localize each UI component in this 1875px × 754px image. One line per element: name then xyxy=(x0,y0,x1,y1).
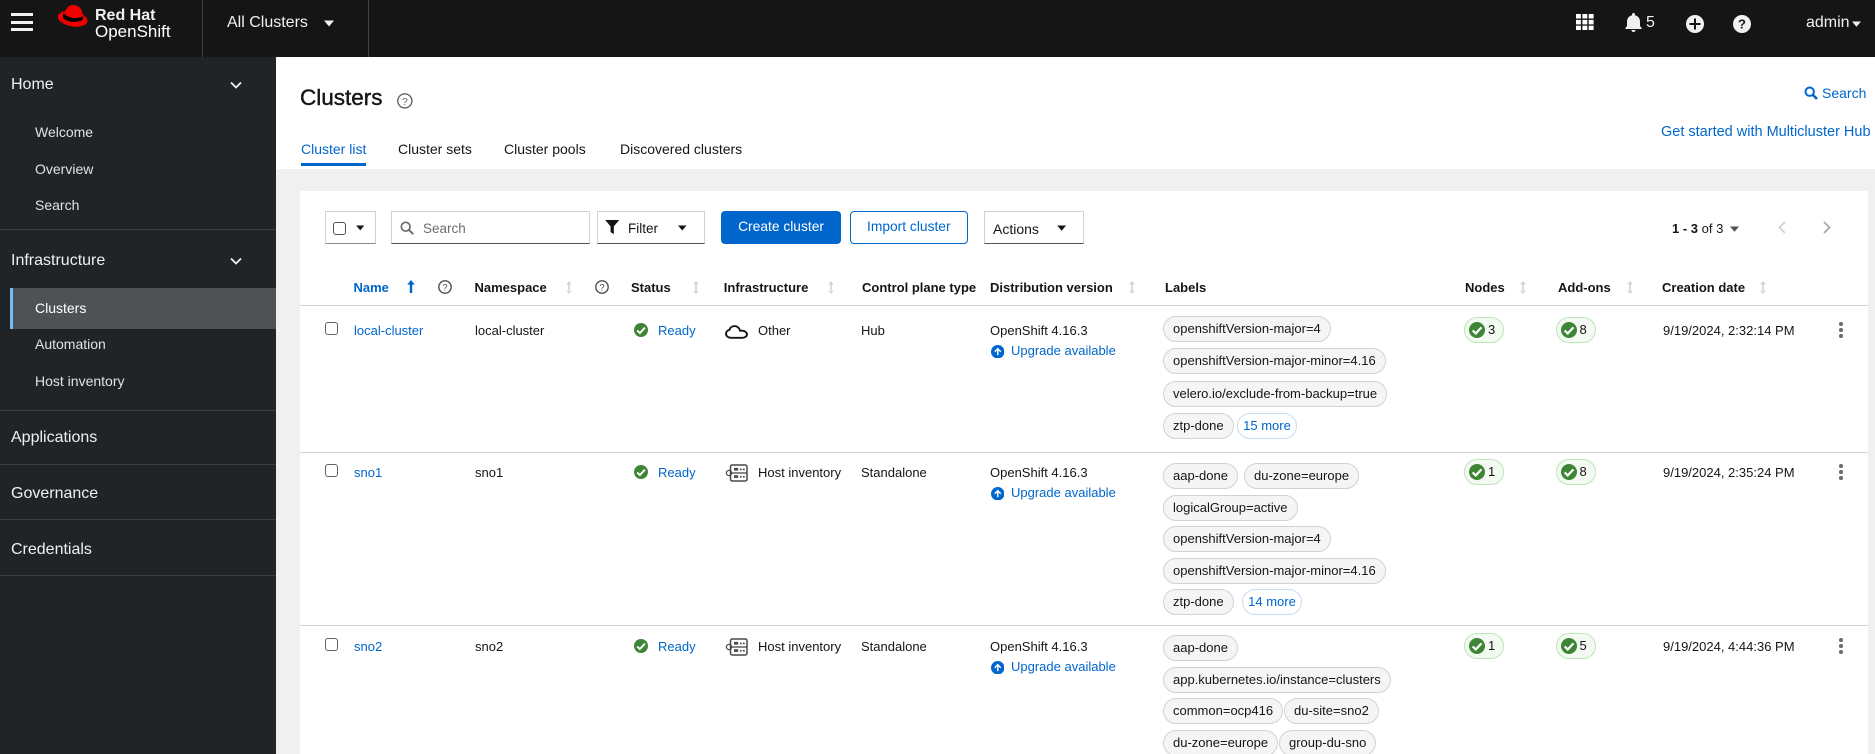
svg-text:?: ? xyxy=(1738,16,1746,31)
svg-text:?: ? xyxy=(402,97,408,108)
svg-text:?: ? xyxy=(442,283,447,294)
svg-text:?: ? xyxy=(599,283,604,294)
